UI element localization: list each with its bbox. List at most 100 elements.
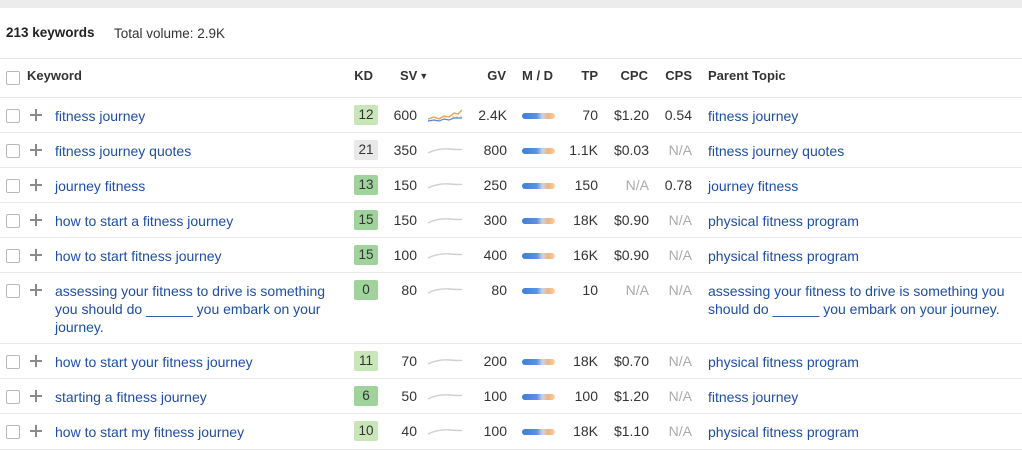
parent-topic-link[interactable]: physical fitness program (708, 247, 1013, 265)
parent-topic-link[interactable]: fitness journey quotes (708, 142, 1013, 160)
parent-topic-link[interactable]: fitness journey (708, 107, 1013, 125)
keyword-link[interactable]: how to start my fitness journey (55, 423, 340, 441)
keyword-link[interactable]: fitness journey (55, 107, 340, 125)
keyword-link[interactable]: journey fitness (55, 177, 340, 195)
row-checkbox[interactable] (6, 109, 20, 123)
mobile-desktop-bar (522, 359, 555, 365)
table-row: assessing your fitness to drive is somet… (0, 272, 1022, 344)
sort-desc-icon: ▼ (419, 71, 429, 81)
plus-icon[interactable] (30, 214, 42, 226)
cpc-value: N/A (625, 282, 649, 298)
trend-sparkline-icon (427, 214, 463, 228)
kd-badge: 15 (354, 210, 378, 230)
search-volume: 40 (401, 423, 417, 439)
plus-icon[interactable] (30, 179, 42, 191)
search-volume: 350 (393, 142, 417, 158)
keywords-count: 213 keywords (6, 25, 95, 40)
keyword-link[interactable]: fitness journey quotes (55, 142, 340, 160)
row-checkbox[interactable] (6, 144, 20, 158)
cpc-value: $1.10 (613, 423, 649, 439)
row-checkbox[interactable] (6, 179, 20, 193)
parent-topic-link[interactable]: physical fitness program (708, 212, 1013, 230)
traffic-potential: 10 (582, 282, 598, 298)
traffic-potential: 70 (582, 107, 598, 123)
column-kd[interactable]: KD (340, 68, 373, 83)
cps-value: N/A (668, 247, 692, 263)
plus-icon[interactable] (30, 425, 42, 437)
trend-sparkline-icon (427, 390, 463, 404)
column-parent-topic[interactable]: Parent Topic (708, 68, 786, 83)
cpc-value: $0.70 (613, 353, 649, 369)
row-checkbox[interactable] (6, 390, 20, 404)
cps-value: N/A (668, 388, 692, 404)
table-row: how to start fitness journey 15 100 400 16K $… (0, 237, 1022, 273)
search-volume: 600 (393, 107, 417, 123)
plus-icon[interactable] (30, 109, 42, 121)
global-volume: 400 (483, 247, 507, 263)
cps-value: 0.78 (664, 177, 692, 193)
global-volume: 800 (483, 142, 507, 158)
column-cps[interactable]: CPS (655, 68, 692, 83)
table-row: journey fitness 13 150 250 150 N/A 0.78 journey… (0, 167, 1022, 203)
kd-badge: 10 (354, 421, 378, 441)
cpc-value: $0.90 (613, 247, 649, 263)
parent-topic-link[interactable]: fitness journey (708, 388, 1013, 406)
cpc-value: $0.90 (613, 212, 649, 228)
cps-value: N/A (668, 212, 692, 228)
column-gv[interactable]: GV (470, 68, 506, 83)
column-cpc[interactable]: CPC (610, 68, 648, 83)
column-keyword[interactable]: Keyword (27, 68, 82, 83)
mobile-desktop-bar (522, 288, 555, 294)
traffic-potential: 1.1K (569, 142, 598, 158)
global-volume: 100 (483, 423, 507, 439)
global-volume: 300 (483, 212, 507, 228)
mobile-desktop-bar (522, 218, 555, 224)
traffic-potential: 18K (573, 423, 598, 439)
table-row: how to start my fitness journey 10 40 100 18… (0, 413, 1022, 450)
kd-badge: 12 (354, 105, 378, 125)
mobile-desktop-bar (522, 394, 555, 400)
traffic-potential: 16K (573, 247, 598, 263)
mobile-desktop-bar (522, 429, 555, 435)
keyword-link[interactable]: how to start fitness journey (55, 247, 340, 265)
row-checkbox[interactable] (6, 284, 20, 298)
keyword-link[interactable]: starting a fitness journey (55, 388, 340, 406)
plus-icon[interactable] (30, 249, 42, 261)
row-checkbox[interactable] (6, 425, 20, 439)
search-volume: 150 (393, 212, 417, 228)
plus-icon[interactable] (30, 355, 42, 367)
trend-sparkline-icon (427, 355, 463, 369)
cps-value: N/A (668, 282, 692, 298)
trend-sparkline-icon (427, 249, 463, 263)
keyword-link[interactable]: how to start a fitness journey (55, 212, 340, 230)
top-bar (0, 0, 1022, 8)
parent-topic-link[interactable]: journey fitness (708, 177, 1013, 195)
row-checkbox[interactable] (6, 249, 20, 263)
parent-topic-link[interactable]: physical fitness program (708, 423, 1013, 441)
search-volume: 100 (393, 247, 417, 263)
keyword-link[interactable]: how to start your fitness journey (55, 353, 340, 371)
row-checkbox[interactable] (6, 355, 20, 369)
column-sv[interactable]: SV ▼ (400, 68, 428, 83)
table-row: fitness journey 12 600 2.4K 70 $1.20 0.54 fitne… (0, 97, 1022, 133)
kd-badge: 13 (354, 175, 378, 195)
column-tp[interactable]: TP (560, 68, 598, 83)
plus-icon[interactable] (30, 390, 42, 402)
select-all-checkbox[interactable] (6, 71, 20, 85)
column-md[interactable]: M / D (522, 68, 553, 83)
trend-sparkline-icon (427, 284, 463, 298)
row-checkbox[interactable] (6, 214, 20, 228)
plus-icon[interactable] (30, 284, 42, 296)
search-volume: 150 (393, 177, 417, 193)
table-row: how to start a fitness journey 15 150 300 18… (0, 202, 1022, 238)
plus-icon[interactable] (30, 144, 42, 156)
global-volume: 200 (483, 353, 507, 369)
cps-value: 0.54 (664, 107, 692, 123)
trend-sparkline-icon (427, 179, 463, 193)
total-volume: Total volume: 2.9K (114, 26, 226, 41)
keyword-link[interactable]: assessing your fitness to drive is somet… (55, 282, 340, 336)
parent-topic-link[interactable]: assessing your fitness to drive is somet… (708, 282, 1013, 318)
cpc-value: $0.03 (613, 142, 649, 158)
search-volume: 50 (401, 388, 417, 404)
parent-topic-link[interactable]: physical fitness program (708, 353, 1013, 371)
